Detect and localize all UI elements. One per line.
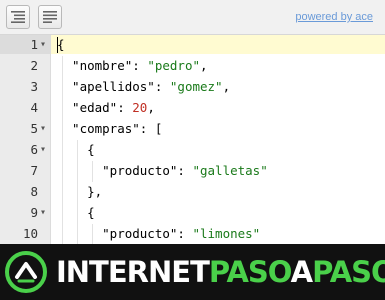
string-token: "galletas" [192, 163, 268, 178]
line-number: 5 [30, 121, 38, 136]
key-token: , [222, 79, 231, 94]
format-icon [11, 11, 25, 23]
fold-toggle-icon[interactable]: ▾ [40, 202, 46, 223]
code-text: { [57, 202, 95, 223]
line-number: 3 [30, 79, 38, 94]
line-number: 1 [30, 37, 38, 52]
line-number: 8 [30, 184, 38, 199]
line-number: 9 [30, 205, 38, 220]
line-number: 6 [30, 142, 38, 157]
key-token: , [147, 100, 155, 115]
key-token: "producto": [57, 226, 193, 241]
code-text: { [57, 139, 95, 160]
key-token: "compras": [ [57, 121, 163, 136]
code-line[interactable]: 7 "producto": "galletas" [0, 160, 385, 181]
line-number: 10 [22, 226, 38, 241]
code-text: { [57, 35, 65, 55]
key-token: "edad": [57, 100, 133, 115]
brand-word-paso: PASO [208, 255, 292, 289]
code-line[interactable]: 3 "apellidos": "gomez", [0, 76, 385, 97]
key-token: , [200, 58, 208, 73]
code-text: "compras": [ [57, 118, 162, 139]
key-token: { [57, 205, 95, 220]
brand-word-paso-2: PASO [312, 255, 385, 289]
fold-toggle-icon[interactable]: ▾ [40, 139, 46, 160]
code-text: }, [57, 181, 102, 202]
powered-by-ace-link[interactable]: powered by ace [295, 11, 373, 23]
line-number: 4 [30, 100, 38, 115]
key-token: "producto": [57, 163, 193, 178]
editor-toolbar: powered by ace [0, 0, 385, 35]
code-line[interactable]: 5 ▾ "compras": [ [0, 118, 385, 139]
fold-toggle-icon[interactable]: ▾ [40, 35, 46, 55]
key-token: }, [57, 184, 103, 199]
text-cursor [57, 37, 58, 53]
key-token: "apellidos": [57, 79, 170, 94]
code-text: "producto": "galletas" [57, 160, 268, 181]
code-line[interactable]: 4 "edad": 20, [0, 97, 385, 118]
json-code-editor[interactable]: 1 ▾{2 "nombre": "pedro", 3 "apellidos": "g… [0, 35, 385, 244]
compact-icon [43, 11, 57, 23]
code-text: "edad": 20, [57, 97, 155, 118]
string-token: "gomez" [169, 79, 223, 94]
brand-logo-icon [5, 251, 47, 293]
string-token: "limones" [192, 226, 261, 241]
string-token: "pedro" [147, 58, 200, 73]
brand-word-internet: INTERNET [56, 255, 210, 289]
key-token: "nombre": [57, 58, 148, 73]
code-text: "apellidos": "gomez", [57, 76, 230, 97]
code-text: "producto": "limones" [57, 223, 260, 244]
code-line[interactable]: 9 ▾ { [0, 202, 385, 223]
number-token: 20 [132, 100, 148, 115]
brand-wordmark: INTERNETPASOAPASO [56, 253, 385, 291]
code-line[interactable]: 6 ▾ { [0, 139, 385, 160]
code-line[interactable]: 10 "producto": "limones" [0, 223, 385, 244]
line-number: 2 [30, 58, 38, 73]
watermark-banner: INTERNETPASOAPASO [0, 244, 385, 300]
key-token: { [57, 37, 65, 52]
code-line[interactable]: 2 "nombre": "pedro", [0, 55, 385, 76]
line-number: 7 [30, 163, 38, 178]
code-line[interactable]: 8 }, [0, 181, 385, 202]
fold-toggle-icon[interactable]: ▾ [40, 118, 46, 139]
compact-button[interactable] [38, 5, 62, 29]
code-text: "nombre": "pedro", [57, 55, 208, 76]
format-button[interactable] [6, 5, 30, 29]
brand-word-a: A [290, 255, 313, 289]
key-token: { [57, 142, 95, 157]
